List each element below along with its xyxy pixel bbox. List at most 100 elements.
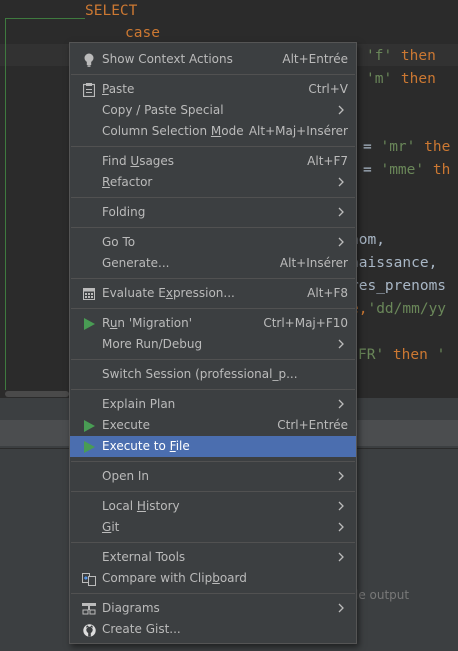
menu-item-execute-to-file[interactable]: Execute to File [70, 436, 356, 457]
menu-item-execute[interactable]: Execute Ctrl+Entrée [70, 415, 356, 436]
menu-item-switch-session[interactable]: Switch Session (professional_p... [70, 364, 356, 385]
run-icon [82, 419, 96, 433]
menu-item-label: More Run/Debug [102, 337, 203, 351]
menu-item-label: External Tools [102, 550, 186, 564]
code-token: 'mr' [380, 139, 416, 155]
code-line[interactable]: naissance, [350, 252, 437, 274]
submenu-arrow-icon [336, 337, 346, 351]
code-line[interactable]: 'f' then [366, 45, 436, 67]
menu-separator [71, 593, 355, 594]
code-token: then [392, 71, 436, 87]
code-token: res_prenoms [350, 278, 447, 294]
code-token: = [363, 162, 381, 178]
menu-item-label: Go To [102, 235, 136, 249]
submenu-arrow-icon [336, 469, 346, 483]
menu-item-more-run-debug[interactable]: More Run/Debug [70, 334, 356, 355]
menu-item-label: Paste [102, 82, 135, 96]
change-marker-top [5, 18, 85, 19]
menu-item-label: Local History [102, 499, 180, 513]
menu-item-label: Show Context Actions [102, 52, 233, 66]
submenu-arrow-icon [336, 499, 346, 513]
code-token: case [125, 25, 160, 41]
github-icon [82, 623, 96, 637]
submenu-arrow-icon [336, 103, 346, 117]
menu-item-external-tools[interactable]: External Tools [70, 547, 356, 568]
run-icon [82, 440, 96, 454]
code-line[interactable]: SELECT [85, 0, 137, 22]
menu-item-shortcut: Alt+Entrée [282, 52, 348, 66]
submenu-arrow-icon [336, 601, 346, 615]
code-line[interactable]: res_prenoms [350, 275, 446, 297]
menu-item-generate[interactable]: Generate... Alt+Insérer [70, 253, 356, 274]
menu-separator [71, 491, 355, 492]
code-token: then [392, 48, 436, 64]
menu-separator [71, 146, 355, 147]
menu-item-compare-with-clipboard[interactable]: Compare with Clipboard [70, 568, 356, 589]
editor-context-menu: Show Context Actions Alt+Entrée Paste Ctrl+… [69, 42, 357, 644]
menu-item-label: Find Usages [102, 154, 175, 168]
code-token: 'dd/mm/yy [367, 301, 447, 317]
diagram-icon [82, 602, 96, 616]
menu-item-local-history[interactable]: Local History [70, 496, 356, 517]
menu-separator [71, 227, 355, 228]
menu-item-shortcut: Alt+Maj+Insérer [248, 124, 348, 138]
menu-item-label: Generate... [102, 256, 170, 270]
code-line[interactable]: case [125, 22, 160, 44]
menu-separator [71, 308, 355, 309]
menu-item-explain-plan[interactable]: Explain Plan [70, 394, 356, 415]
calculator-icon [82, 287, 96, 301]
code-line[interactable]: 'm' then [366, 68, 436, 90]
menu-item-show-context-actions[interactable]: Show Context Actions Alt+Entrée [70, 49, 356, 70]
code-token: = [363, 139, 381, 155]
scrollbar-thumb[interactable] [5, 391, 69, 397]
menu-item-column-selection-mode[interactable]: Column Selection Mode Alt+Maj+Insérer [70, 121, 356, 142]
menu-item-open-in[interactable]: Open In [70, 466, 356, 487]
menu-item-shortcut: Alt+Insérer [279, 256, 348, 270]
menu-item-paste[interactable]: Paste Ctrl+V [70, 79, 356, 100]
code-token: 'm' [366, 71, 393, 87]
clipboard-icon [82, 83, 96, 97]
menu-item-shortcut: Ctrl+V [308, 82, 348, 96]
code-token: ' [436, 347, 446, 363]
code-token: the [415, 139, 451, 155]
menu-item-folding[interactable]: Folding [70, 202, 356, 223]
menu-item-label: Run 'Migration' [102, 316, 193, 330]
menu-item-label: Execute [102, 418, 150, 432]
compare-icon [82, 572, 96, 586]
menu-item-find-usages[interactable]: Find Usages Alt+F7 [70, 151, 356, 172]
menu-separator [71, 197, 355, 198]
menu-item-label: Evaluate Expression... [102, 286, 235, 300]
menu-separator [71, 278, 355, 279]
code-token: 'f' [366, 48, 393, 64]
menu-separator [71, 359, 355, 360]
menu-item-run-migration[interactable]: Run 'Migration' Ctrl+Maj+F10 [70, 313, 356, 334]
code-line[interactable]: = 'mme' th [363, 159, 450, 181]
submenu-arrow-icon [336, 550, 346, 564]
code-line[interactable]: = 'mr' the [363, 136, 450, 158]
menu-item-create-gist[interactable]: Create Gist... [70, 619, 356, 640]
change-marker [5, 18, 6, 393]
menu-separator [71, 461, 355, 462]
menu-item-shortcut: Alt+F7 [307, 154, 348, 168]
menu-item-label: Execute to File [102, 439, 190, 453]
menu-item-label: Open In [102, 469, 150, 483]
menu-item-git[interactable]: Git [70, 517, 356, 538]
menu-item-diagrams[interactable]: Diagrams [70, 598, 356, 619]
code-token: SELECT [85, 3, 138, 19]
code-token: th [424, 162, 451, 178]
menu-item-label: Folding [102, 205, 146, 219]
run-icon [82, 317, 96, 331]
menu-item-go-to[interactable]: Go To [70, 232, 356, 253]
submenu-arrow-icon [336, 235, 346, 249]
submenu-arrow-icon [336, 205, 346, 219]
menu-item-label: Refactor [102, 175, 153, 189]
menu-item-shortcut: Ctrl+Maj+F10 [263, 316, 348, 330]
menu-item-shortcut: Alt+F8 [307, 286, 348, 300]
code-line[interactable]: FR' then ' [358, 344, 445, 366]
menu-item-label: Explain Plan [102, 397, 176, 411]
menu-item-refactor[interactable]: Refactor [70, 172, 356, 193]
menu-item-evaluate-expression[interactable]: Evaluate Expression... Alt+F8 [70, 283, 356, 304]
code-line[interactable]: e,'dd/mm/yy [350, 298, 446, 320]
menu-item-copy-paste-special[interactable]: Copy / Paste Special [70, 100, 356, 121]
code-token: then [384, 347, 437, 363]
